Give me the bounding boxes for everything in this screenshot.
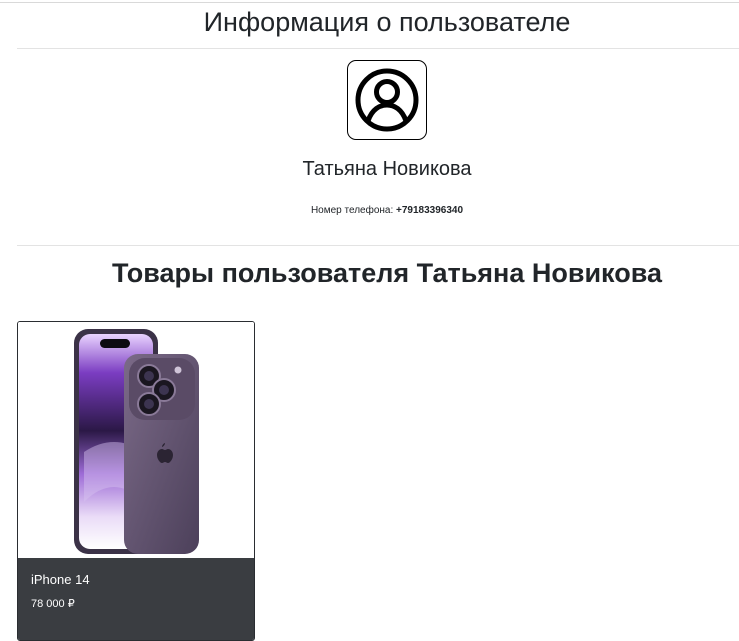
product-title[interactable]: iPhone 14 xyxy=(31,572,90,588)
avatar xyxy=(347,60,427,140)
user-circle-icon xyxy=(355,68,419,132)
user-name: Татьяна Новикова xyxy=(302,158,472,180)
product-card[interactable]: iPhone 14 78 000 ₽ xyxy=(17,321,255,641)
product-card-body: iPhone 14 78 000 ₽ xyxy=(18,558,254,640)
phone-product-image xyxy=(74,329,199,554)
product-image[interactable] xyxy=(18,322,254,558)
header-divider xyxy=(17,48,739,49)
phone-number: +79183396340 xyxy=(396,205,464,216)
phone-line: Номер телефона: +79183396340 xyxy=(0,204,739,218)
section-divider xyxy=(17,245,739,246)
top-divider xyxy=(0,2,739,3)
products-section-title: Товары пользователя Татьяна Новикова xyxy=(112,258,662,288)
page-title: Информация о пользователе xyxy=(203,7,571,37)
phone-label: Номер телефона: xyxy=(310,205,394,216)
product-price: 78 000 ₽ xyxy=(31,598,75,610)
